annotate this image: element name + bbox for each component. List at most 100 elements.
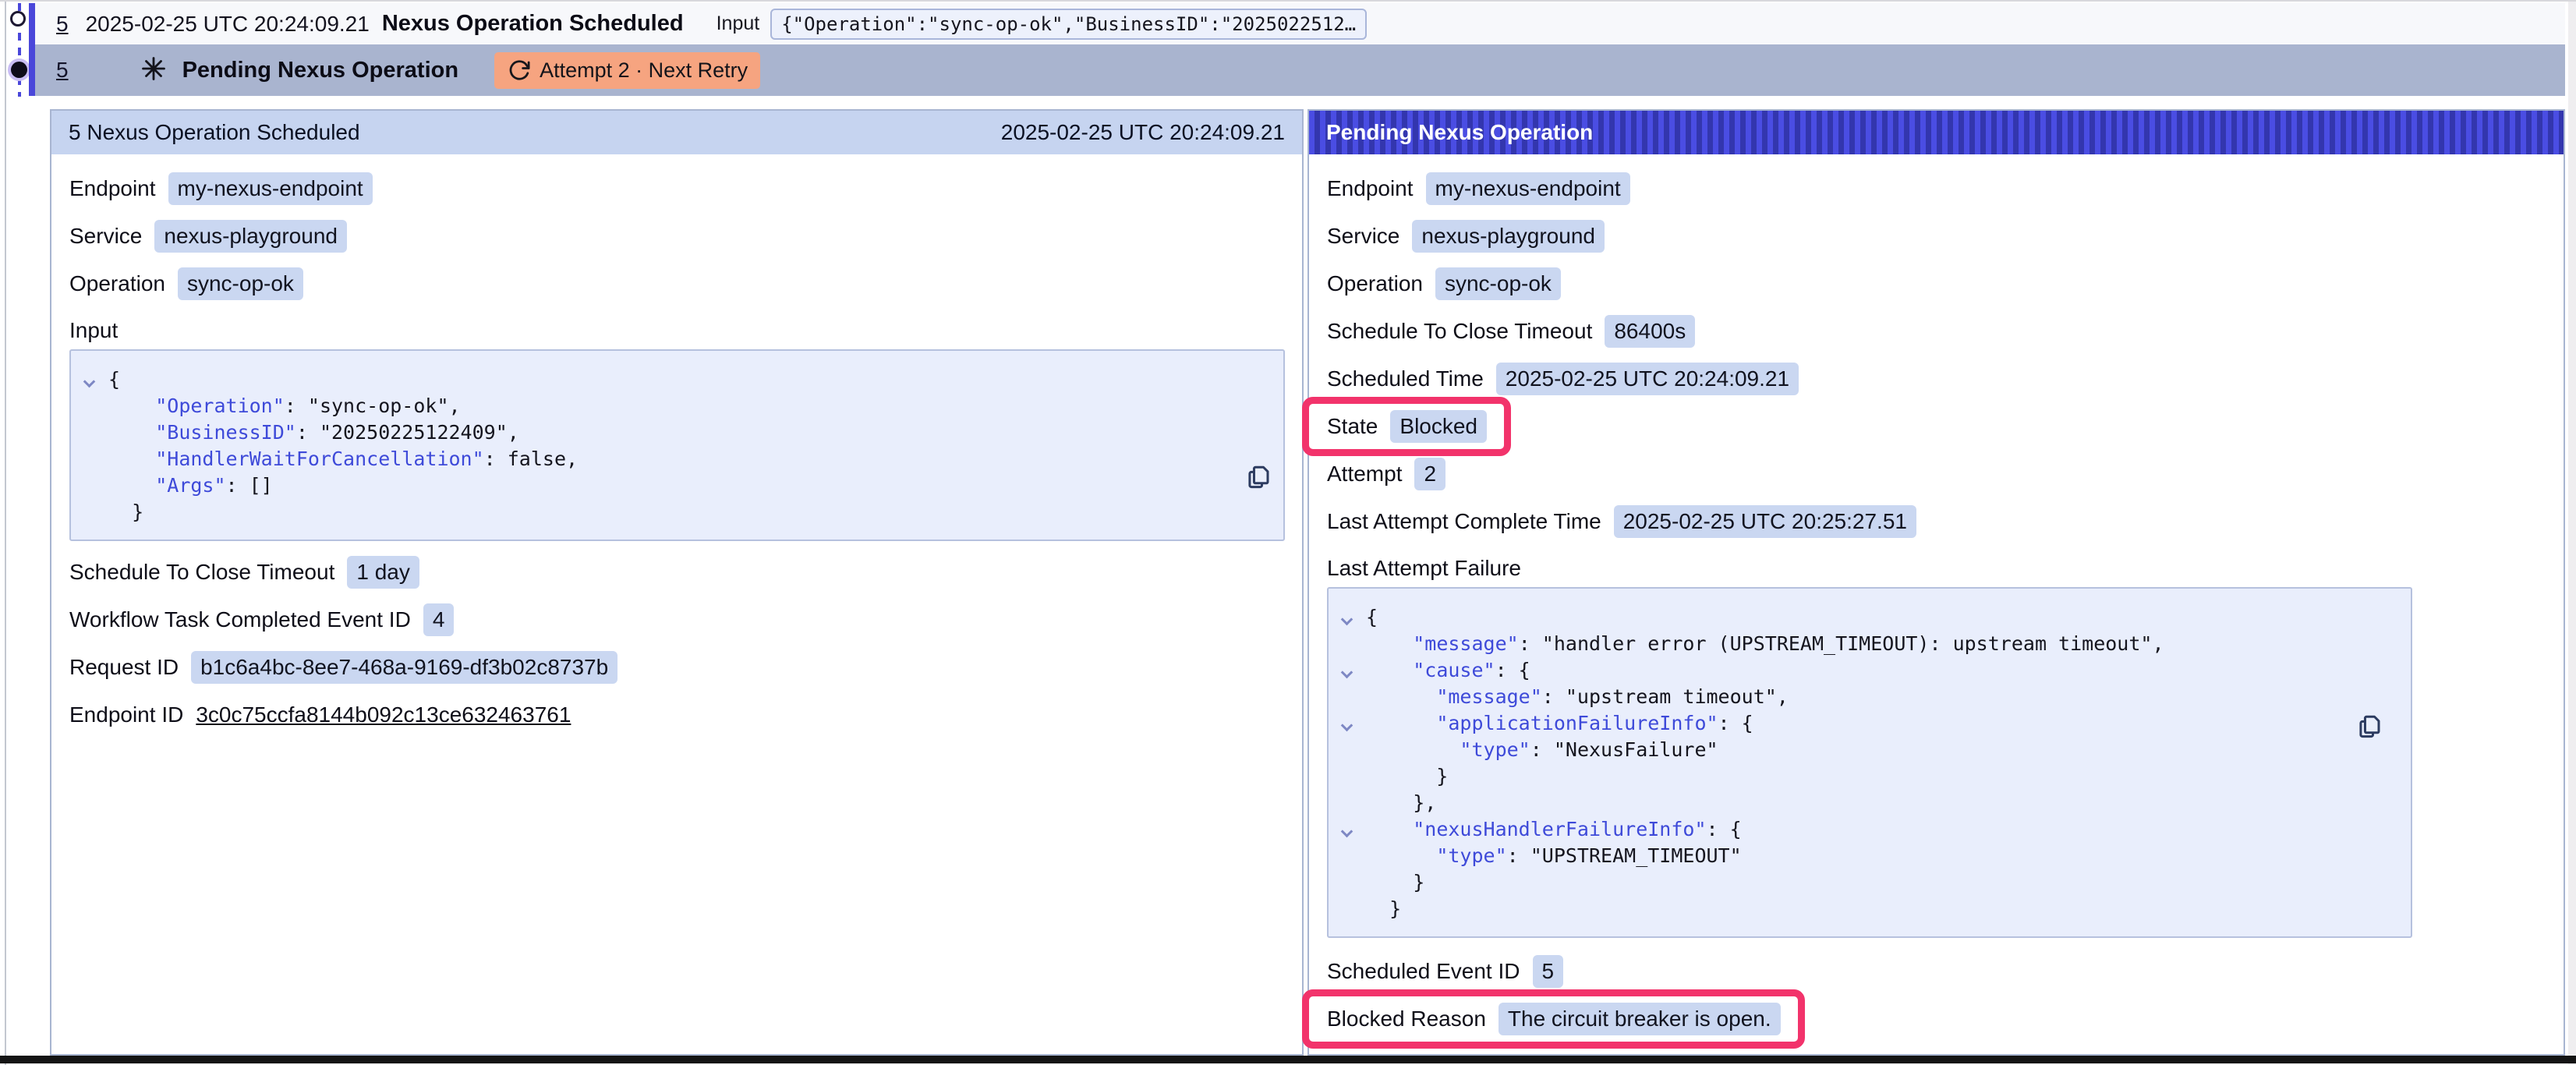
field-label: Service bbox=[69, 224, 142, 249]
code-line: } bbox=[1336, 763, 2398, 790]
window-frame: 5 2025-02-25 UTC 20:24:09.21 Nexus Opera… bbox=[0, 0, 2576, 1063]
code-line: "HandlerWaitForCancellation": false, bbox=[79, 446, 1271, 472]
field-row-blocked-reason: Blocked Reason The circuit breaker is op… bbox=[1327, 1003, 2546, 1035]
failure-code-block: { "message": "handler error (UPSTREAM_TI… bbox=[1327, 587, 2412, 938]
field-value-badge: my-nexus-endpoint bbox=[1426, 172, 1630, 205]
field-value-badge: my-nexus-endpoint bbox=[168, 172, 373, 205]
field-row: Request ID b1c6a4bc-8ee7-468a-9169-df3b0… bbox=[69, 651, 1285, 684]
window-right-strip bbox=[2568, 2, 2576, 1065]
blocked-reason-annotation-box: Blocked Reason The circuit breaker is op… bbox=[1302, 989, 1805, 1049]
field-value-badge: 4 bbox=[423, 603, 455, 636]
collapse-chevron-icon[interactable] bbox=[1341, 614, 1353, 626]
field-label: Workflow Task Completed Event ID bbox=[69, 607, 411, 632]
field-row: Endpoint my-nexus-endpoint bbox=[1327, 172, 2546, 205]
field-value-badge: sync-op-ok bbox=[178, 267, 303, 300]
input-label: Input bbox=[717, 12, 760, 35]
code-line: "nexusHandlerFailureInfo": { bbox=[1336, 816, 2398, 843]
field-row: Operation sync-op-ok bbox=[69, 267, 1285, 300]
code-gutter bbox=[79, 393, 108, 419]
code-line: "applicationFailureInfo": { bbox=[1336, 710, 2398, 737]
retry-icon bbox=[507, 58, 530, 82]
window-left-border bbox=[5, 2, 6, 1065]
code-line: }, bbox=[1336, 790, 2398, 816]
code-gutter bbox=[79, 472, 108, 499]
endpoint-id-link[interactable]: 3c0c75ccfa8144b092c13ce632463761 bbox=[196, 702, 571, 727]
code-gutter bbox=[1336, 737, 1366, 763]
code-line: } bbox=[1336, 869, 2398, 896]
event-row-scheduled[interactable]: 5 2025-02-25 UTC 20:24:09.21 Nexus Opera… bbox=[35, 3, 2565, 44]
field-value-badge: sync-op-ok bbox=[1435, 267, 1561, 300]
code-gutter bbox=[79, 366, 108, 393]
collapse-chevron-icon[interactable] bbox=[83, 376, 96, 388]
scheduled-panel-timestamp: 2025-02-25 UTC 20:24:09.21 bbox=[1001, 120, 1285, 145]
pending-panel-header: Pending Nexus Operation bbox=[1309, 111, 2564, 154]
state-value-badge: Blocked bbox=[1390, 410, 1487, 443]
timeline-open-circle-icon bbox=[10, 11, 26, 27]
field-row: Schedule To Close Timeout 1 day bbox=[69, 556, 1285, 589]
copy-button[interactable] bbox=[1244, 463, 1272, 491]
code-gutter bbox=[1336, 684, 1366, 710]
field-label: Service bbox=[1327, 224, 1399, 249]
timeline-filled-circle-icon bbox=[11, 62, 27, 78]
collapse-chevron-icon[interactable] bbox=[1341, 720, 1353, 732]
field-row-state: State Blocked bbox=[1327, 410, 2546, 443]
field-label: Schedule To Close Timeout bbox=[69, 560, 334, 585]
field-label: Last Attempt Complete Time bbox=[1327, 509, 1601, 534]
field-value-badge: nexus-playground bbox=[154, 220, 347, 253]
scheduled-event-detail-panel: 5 Nexus Operation Scheduled 2025-02-25 U… bbox=[50, 109, 1304, 1056]
field-label: Blocked Reason bbox=[1327, 1007, 1486, 1031]
code-line: "Operation": "sync-op-ok", bbox=[79, 393, 1271, 419]
retry-badge-label: Attempt 2 · Next Retry bbox=[540, 58, 748, 83]
field-label: Endpoint bbox=[69, 176, 156, 201]
field-label: Operation bbox=[1327, 271, 1423, 296]
copy-icon bbox=[2355, 713, 2383, 741]
window-bottom-bar bbox=[0, 1056, 2576, 1063]
field-value-badge: 2 bbox=[1414, 458, 1445, 490]
code-gutter bbox=[1336, 631, 1366, 657]
collapse-chevron-icon[interactable] bbox=[1341, 667, 1353, 679]
retry-attempt-badge: Attempt 2 · Next Retry bbox=[494, 52, 760, 89]
field-label: Attempt bbox=[1327, 462, 1402, 487]
field-value-badge: 2025-02-25 UTC 20:24:09.21 bbox=[1496, 363, 1799, 395]
collapse-chevron-icon[interactable] bbox=[1341, 826, 1353, 838]
field-row: Scheduled Event ID 5 bbox=[1327, 955, 2546, 988]
failure-section-label: Last Attempt Failure bbox=[1327, 553, 2546, 581]
field-row: Endpoint my-nexus-endpoint bbox=[69, 172, 1285, 205]
field-value-badge: 1 day bbox=[347, 556, 419, 589]
code-gutter bbox=[1336, 604, 1366, 631]
code-gutter bbox=[79, 446, 108, 472]
code-gutter bbox=[1336, 816, 1366, 843]
pending-asterisk-icon bbox=[140, 55, 167, 86]
event-row-pending[interactable]: 5 Pending Nexus Operation Attempt 2 · Ne… bbox=[35, 44, 2565, 96]
code-gutter bbox=[1336, 790, 1366, 816]
event-name: Pending Nexus Operation bbox=[182, 58, 459, 83]
event-id-link[interactable]: 5 bbox=[56, 58, 69, 83]
field-row: Operation sync-op-ok bbox=[1327, 267, 2546, 300]
code-gutter bbox=[79, 499, 108, 525]
field-value-badge: b1c6a4bc-8ee7-468a-9169-df3b02c8737b bbox=[191, 651, 617, 684]
field-label: Endpoint bbox=[1327, 176, 1414, 201]
event-timestamp: 2025-02-25 UTC 20:24:09.21 bbox=[86, 12, 370, 37]
code-line: } bbox=[1336, 896, 2398, 922]
code-gutter bbox=[1336, 843, 1366, 869]
selected-event-accent-bar bbox=[29, 3, 35, 96]
field-row: Workflow Task Completed Event ID 4 bbox=[69, 603, 1285, 636]
input-code-block: { "Operation": "sync-op-ok", "BusinessID… bbox=[69, 349, 1285, 541]
code-line: "Args": [] bbox=[79, 472, 1271, 499]
field-label: Request ID bbox=[69, 655, 179, 680]
scheduled-panel-header: 5 Nexus Operation Scheduled 2025-02-25 U… bbox=[51, 111, 1302, 154]
copy-button[interactable] bbox=[2355, 713, 2383, 741]
code-gutter bbox=[1336, 763, 1366, 790]
code-line: { bbox=[79, 366, 1271, 393]
code-line: } bbox=[79, 499, 1271, 525]
code-gutter bbox=[1336, 896, 1366, 922]
field-value-badge: 86400s bbox=[1605, 315, 1695, 348]
scheduled-panel-title: 5 Nexus Operation Scheduled bbox=[69, 120, 360, 145]
code-line: { bbox=[1336, 604, 2398, 631]
code-gutter bbox=[1336, 657, 1366, 684]
code-line: "cause": { bbox=[1336, 657, 2398, 684]
event-id-link[interactable]: 5 bbox=[56, 12, 69, 37]
field-row: Last Attempt Complete Time 2025-02-25 UT… bbox=[1327, 505, 2546, 538]
state-annotation-box: State Blocked bbox=[1302, 397, 1511, 456]
input-preview-chip: {"Operation":"sync-op-ok","BusinessID":"… bbox=[770, 9, 1367, 40]
